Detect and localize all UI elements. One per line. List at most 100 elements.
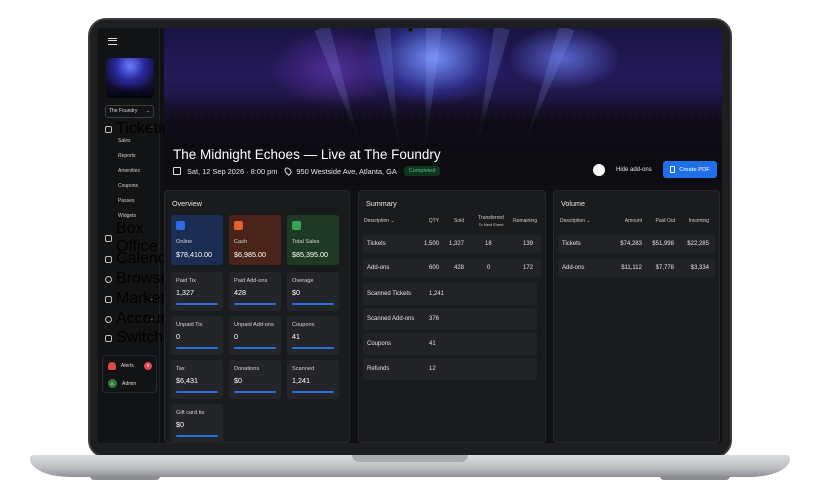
chevron-down-icon: ⌄ <box>149 316 154 322</box>
menu-icon[interactable] <box>108 38 117 45</box>
app-screen: The Foundry ⌄ Ticketing ⌃ Sales Reports … <box>98 28 722 443</box>
tile-unpaid-addons: Unpaid Add-ons 0 <box>229 316 281 355</box>
hide-addons-toggle[interactable] <box>593 164 605 176</box>
cell-sold: 428 <box>453 265 464 271</box>
venue-select-value: The Foundry <box>109 108 138 114</box>
alerts-admin-box: Alerts 8 JL Admin <box>102 355 157 393</box>
venue-select[interactable]: The Foundry ⌄ <box>105 105 154 118</box>
tile-coupons: Coupons 41 <box>287 316 339 355</box>
table-row: Scanned Tickets 1,241 <box>363 283 537 305</box>
cell-description: Add-ons <box>367 265 390 271</box>
cell-value: 41 <box>429 341 436 347</box>
cell-paid-out: $51,998 <box>652 241 674 247</box>
cell-incoming: $22,285 <box>687 241 709 247</box>
event-title: The Midnight Echoes — Live at The Foundr… <box>173 147 441 162</box>
cell-description: Tickets <box>367 241 386 247</box>
panel-title: Summary <box>366 199 397 208</box>
sidebar-subitem-amenities[interactable]: Amenities <box>118 168 140 174</box>
tile-label: Cash <box>234 239 248 245</box>
cell-remaining: 139 <box>522 241 533 247</box>
switch-icon <box>105 334 112 342</box>
sidebar-item-marketing[interactable]: Marketing ⌄ <box>105 290 186 307</box>
tile-donations: Donations $0 <box>229 360 281 399</box>
create-pdf-button[interactable]: Create PDF <box>663 161 717 178</box>
calendar-icon <box>173 167 181 175</box>
column-header-incoming: Incoming <box>688 218 709 224</box>
sidebar-item-switch[interactable]: Switch <box>105 329 163 346</box>
tile-scanned: Scanned 1,241 <box>287 360 339 399</box>
tile-progress-bar <box>176 391 218 393</box>
cell-qty: 600 <box>428 265 439 271</box>
cell-sold: 1,327 <box>448 241 464 247</box>
panel-title: Overview <box>172 199 202 208</box>
tile-value: 1,241 <box>292 376 310 385</box>
column-header-qty: QTY <box>428 218 439 224</box>
browse-icon <box>105 275 112 283</box>
cell-description: Coupons <box>367 341 392 347</box>
chevron-down-icon: ⌄ <box>390 218 395 224</box>
tile-label: Gift card tix <box>176 410 205 416</box>
table-row: Refunds 12 <box>363 358 537 380</box>
tile-value: 428 <box>234 288 246 297</box>
create-pdf-label: Create PDF <box>679 166 710 173</box>
sidebar-item-box-office[interactable]: Box Office <box>105 220 158 255</box>
sidebar-item-calendar[interactable]: Calendar <box>105 250 181 267</box>
cell-description: Scanned Tickets <box>367 291 412 297</box>
alerts-label: Alerts <box>121 363 134 369</box>
cell-transferred: 18 <box>485 241 492 247</box>
event-hero-image: The Midnight Echoes — Live at The Foundr… <box>164 28 722 185</box>
document-icon <box>670 166 676 173</box>
sidebar-subitem-reports[interactable]: Reports <box>118 153 136 159</box>
chevron-down-icon: ⌄ <box>586 218 591 224</box>
alerts-button[interactable]: Alerts <box>108 362 134 370</box>
sidebar-subitem-sales[interactable]: Sales <box>118 138 131 144</box>
cell-value: 12 <box>429 366 436 372</box>
sidebar-subitem-coupons[interactable]: Coupons <box>118 183 138 189</box>
tile-cash: Cash $6,985.00 <box>229 215 281 265</box>
cell-paid-out: $7,778 <box>655 265 674 271</box>
tile-value: $78,410.00 <box>176 250 212 259</box>
tile-value: 0 <box>234 332 238 341</box>
chevron-up-icon: ⌃ <box>149 126 154 132</box>
cash-icon <box>234 221 243 230</box>
user-icon <box>105 315 112 323</box>
sidebar-item-ticketing[interactable]: Ticketing ⌃ <box>105 120 179 137</box>
laptop-foot <box>90 476 160 480</box>
summary-panel: Summary Description ⌄ QTY Sold Transferr… <box>358 190 546 443</box>
tile-label: Coupons <box>292 322 315 328</box>
sidebar: The Foundry ⌄ Ticketing ⌃ Sales Reports … <box>98 28 186 443</box>
tile-progress-bar <box>234 303 276 305</box>
sidebar-subitem-passes[interactable]: Passes <box>118 198 134 204</box>
cell-description: Add-ons <box>562 265 585 271</box>
sidebar-item-browse[interactable]: Browse <box>105 270 169 287</box>
tile-value: 0 <box>176 332 180 341</box>
laptop-foot <box>660 476 730 480</box>
cell-transferred: 0 <box>487 265 491 271</box>
table-row: Tickets 1,500 1,327 18 139 <box>363 235 541 253</box>
chevron-down-icon: ⌄ <box>145 108 150 114</box>
admin-button[interactable]: JL Admin <box>108 379 136 388</box>
column-header-description[interactable]: Description ⌄ <box>560 218 591 224</box>
sidebar-item-account[interactable]: Account ⌄ <box>105 310 174 327</box>
megaphone-icon <box>105 295 112 303</box>
tile-label: Unpaid Add-ons <box>234 322 274 328</box>
tile-progress-bar <box>176 347 218 349</box>
cell-description: Refunds <box>367 366 390 372</box>
tile-online: Online $78,410.00 <box>171 215 223 265</box>
event-thumbnail <box>106 58 154 98</box>
tile-progress-bar <box>292 303 334 305</box>
tile-tax: Tax $6,431 <box>171 360 223 399</box>
cell-value: 1,241 <box>429 291 445 297</box>
admin-label: Admin <box>122 380 137 387</box>
sidebar-subitem-widgets[interactable]: Widgets <box>118 213 136 219</box>
cell-value: 376 <box>429 316 440 322</box>
column-header-transferred: Transferred <box>478 215 504 221</box>
event-meta: Sat, 12 Sep 2026 · 8:00 pm 950 Westside … <box>173 166 441 176</box>
tile-value: 41 <box>292 332 300 341</box>
tile-progress-bar <box>234 391 276 393</box>
calendar-icon <box>105 255 112 263</box>
column-header-description[interactable]: Description ⌄ <box>364 218 395 224</box>
ticket-icon <box>105 125 112 133</box>
tile-gift-card-tix: Gift card tix $0 <box>171 404 223 443</box>
sidebar-item-label: Browse <box>116 270 170 287</box>
